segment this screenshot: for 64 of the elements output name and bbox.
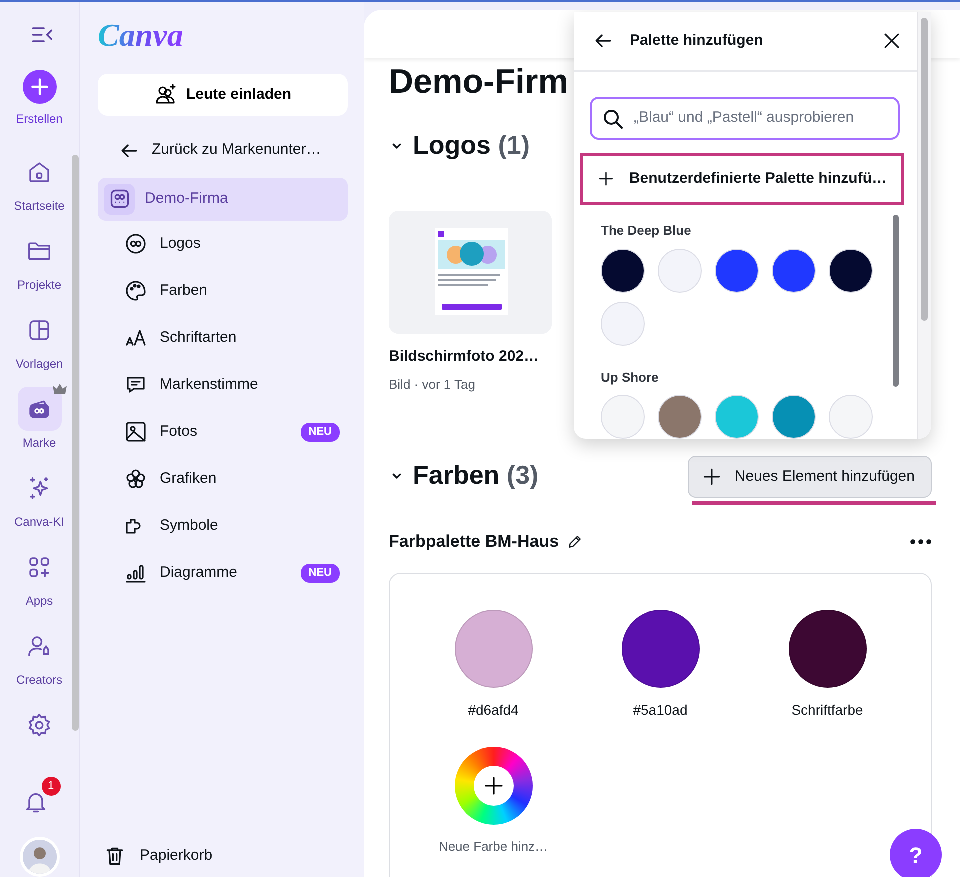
- sidebar-item[interactable]: Grafiken: [98, 456, 348, 503]
- sidebar-item[interactable]: Symbole: [98, 502, 348, 550]
- color-swatch[interactable]: [601, 248, 645, 292]
- palette-name: Farbpalette BM-Haus: [389, 531, 560, 553]
- color-swatch[interactable]: [601, 395, 645, 439]
- color-swatch[interactable]: [829, 395, 873, 439]
- color-label: Schriftfarbe: [792, 700, 864, 720]
- create-button[interactable]: Erstellen: [16, 70, 63, 128]
- sidebar-item[interactable]: Logos: [98, 220, 348, 268]
- page-title: Demo-Firm: [389, 62, 570, 102]
- sidebar-item[interactable]: Markenstimme: [98, 362, 348, 409]
- color-swatch[interactable]: [715, 248, 759, 292]
- file-name[interactable]: Bildschirmfoto 202…: [389, 346, 540, 368]
- sidebar-item[interactable]: Farben: [98, 268, 348, 315]
- brand-item[interactable]: Demo-Firma: [98, 178, 348, 221]
- color-swatch[interactable]: [829, 248, 873, 292]
- add-custom-palette-button[interactable]: Benutzerdefinierte Palette hinzufü…: [580, 153, 904, 205]
- brand-icon: [104, 184, 135, 215]
- sidebar-item[interactable]: Fotos NEU: [98, 408, 348, 456]
- palette-name: The Deep Blue: [601, 222, 692, 240]
- file-meta: Bild · vor 1 Tag: [389, 376, 476, 394]
- color-swatch[interactable]: [772, 395, 816, 439]
- popover-title: Palette hinzufügen: [630, 30, 764, 51]
- add-element-button[interactable]: Neues Element hinzufügen: [688, 456, 932, 498]
- palette-name: Up Shore: [601, 368, 660, 387]
- new-badge: NEU: [300, 564, 340, 583]
- rail-item[interactable]: Startseite: [6, 150, 72, 215]
- back-link[interactable]: Zurück zu Markenunter…: [98, 135, 348, 166]
- rail-item[interactable]: Vorlagen: [6, 308, 72, 373]
- rail-item[interactable]: Canva-KI: [6, 466, 72, 531]
- section-title: Farben (3): [413, 459, 539, 492]
- color-swatch[interactable]: [658, 395, 702, 439]
- more-options-icon[interactable]: [910, 538, 932, 545]
- image-icon: [124, 420, 148, 444]
- rail-item[interactable]: Marke: [6, 387, 72, 452]
- section-title: Logos (1): [413, 129, 530, 162]
- scrollbar[interactable]: [921, 18, 928, 321]
- pencil-icon[interactable]: [567, 534, 584, 550]
- search-field[interactable]: „Blau“ und „Pastell“ ausprobieren: [590, 97, 900, 140]
- scrollbar[interactable]: [72, 155, 79, 731]
- color-label: #5a10ad: [633, 700, 688, 720]
- notification-badge: 1: [42, 777, 60, 796]
- new-badge: NEU: [300, 423, 340, 442]
- rail-item[interactable]: Projekte: [6, 229, 72, 294]
- trash-link[interactable]: Papierkorb: [98, 840, 348, 871]
- rail-item[interactable]: Apps: [6, 545, 72, 610]
- notifications-button[interactable]: 1: [18, 777, 60, 819]
- color-swatch[interactable]: [715, 395, 759, 439]
- rail-item[interactable]: Creators: [6, 624, 72, 689]
- color-swatch[interactable]: [601, 302, 645, 346]
- invite-button[interactable]: Leute einladen: [98, 74, 348, 116]
- settings-icon: [26, 712, 53, 738]
- sidebar-item[interactable]: Diagramme NEU: [98, 550, 348, 597]
- color-swatch[interactable]: [772, 248, 816, 292]
- add-color-label: Neue Farbe hinz…: [438, 838, 548, 856]
- color-label: #d6afd4: [468, 700, 519, 720]
- sidebar-item[interactable]: Schriftarten: [98, 314, 348, 362]
- palette-icon: [124, 279, 148, 304]
- color-swatch[interactable]: [658, 248, 702, 292]
- avatar[interactable]: [20, 837, 60, 877]
- logo-icon: [124, 232, 148, 256]
- help-button[interactable]: ?: [890, 829, 942, 877]
- scrollbar[interactable]: [893, 215, 899, 387]
- plus-icon: [28, 76, 50, 98]
